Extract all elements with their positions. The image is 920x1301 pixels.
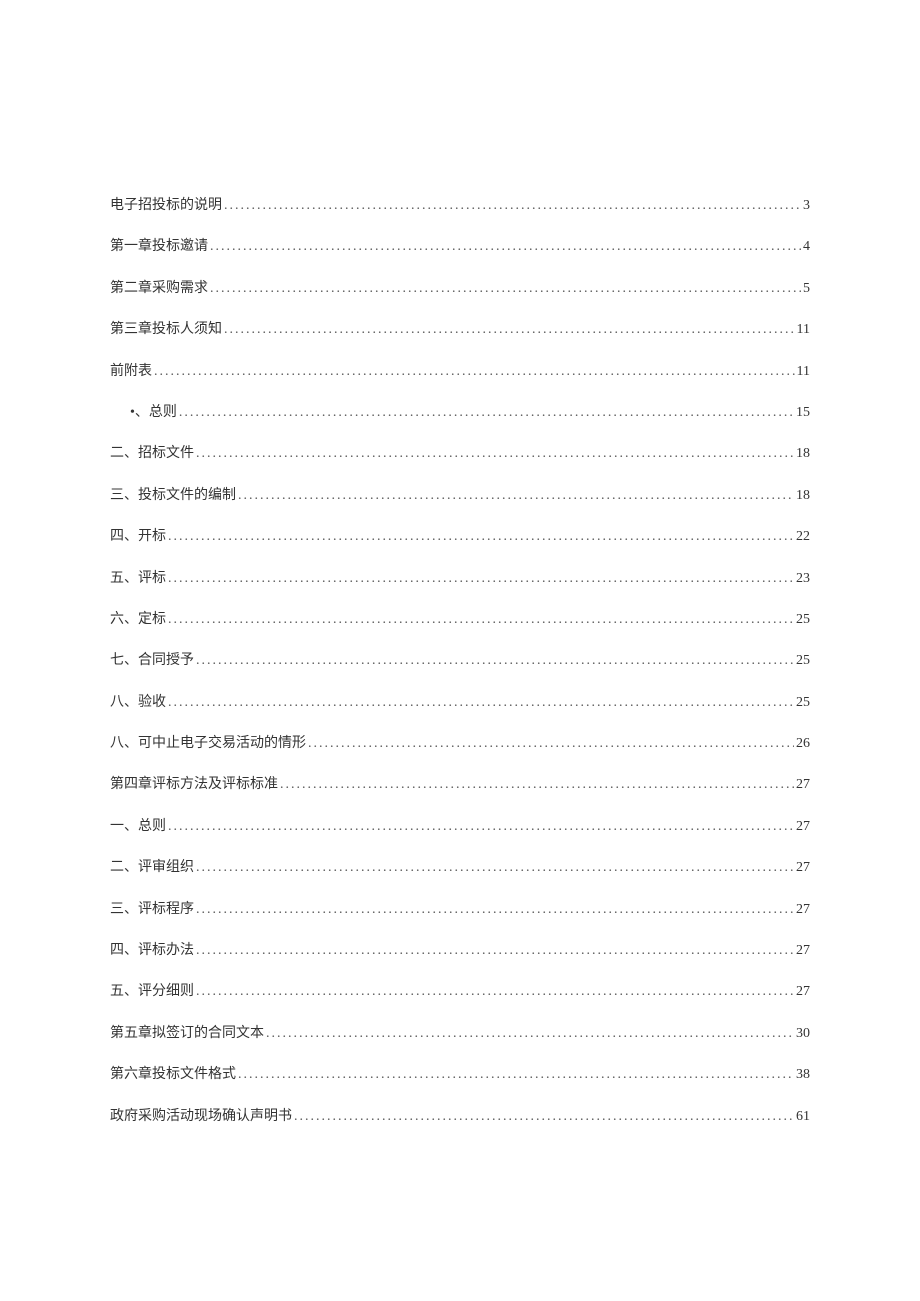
toc-entry: 第三章投标人须知 11 (110, 319, 810, 341)
toc-page-number: 18 (796, 443, 810, 465)
toc-title: 第六章投标文件格式 (110, 1064, 236, 1086)
toc-page-number: 27 (796, 899, 810, 921)
toc-leader-dots (224, 195, 801, 217)
toc-title: 电子招投标的说明 (110, 195, 222, 217)
toc-title: 四、开标 (110, 526, 166, 548)
toc-entry: 第四章评标方法及评标标准 27 (110, 774, 810, 796)
toc-leader-dots (168, 816, 794, 838)
toc-leader-dots (196, 650, 794, 672)
toc-leader-dots (238, 485, 794, 507)
toc-leader-dots (224, 319, 795, 341)
toc-page-number: 38 (796, 1064, 810, 1086)
toc-entry: 第五章拟签订的合同文本 30 (110, 1023, 810, 1045)
toc-title: •、总则 (130, 402, 177, 424)
toc-title: 八、验收 (110, 692, 166, 714)
toc-page-number: 23 (796, 568, 810, 590)
toc-entry: 第二章采购需求 5 (110, 278, 810, 300)
toc-entry: 第一章投标邀请 4 (110, 236, 810, 258)
toc-leader-dots (154, 361, 795, 383)
toc-title: 第一章投标邀请 (110, 236, 208, 258)
toc-leader-dots (280, 774, 794, 796)
toc-page-number: 11 (797, 361, 810, 383)
toc-title: 第五章拟签订的合同文本 (110, 1023, 264, 1045)
toc-title: 五、评分细则 (110, 981, 194, 1003)
toc-page-number: 4 (803, 236, 810, 258)
toc-page-number: 27 (796, 940, 810, 962)
toc-page-number: 11 (797, 319, 810, 341)
toc-entry: 第六章投标文件格式 38 (110, 1064, 810, 1086)
toc-title: 第三章投标人须知 (110, 319, 222, 341)
toc-entry: 八、可中止电子交易活动的情形 26 (110, 733, 810, 755)
toc-page-number: 3 (803, 195, 810, 217)
toc-title: 前附表 (110, 361, 152, 383)
toc-leader-dots (210, 236, 801, 258)
toc-leader-dots (308, 733, 794, 755)
toc-page-number: 25 (796, 609, 810, 631)
toc-page-number: 25 (796, 650, 810, 672)
toc-title: 六、定标 (110, 609, 166, 631)
toc-title: 八、可中止电子交易活动的情形 (110, 733, 306, 755)
toc-page-number: 61 (796, 1106, 810, 1128)
toc-leader-dots (266, 1023, 794, 1045)
toc-page-number: 15 (796, 402, 810, 424)
toc-entry: 前附表 11 (110, 361, 810, 383)
toc-page-number: 30 (796, 1023, 810, 1045)
toc-title: 一、总则 (110, 816, 166, 838)
toc-page-number: 27 (796, 774, 810, 796)
toc-title: 七、合同授予 (110, 650, 194, 672)
toc-title: 三、投标文件的编制 (110, 485, 236, 507)
toc-title: 二、评审组织 (110, 857, 194, 879)
table-of-contents: 电子招投标的说明 3第一章投标邀请 4第二章采购需求 5第三章投标人须知 11前… (110, 195, 810, 1128)
toc-page-number: 22 (796, 526, 810, 548)
toc-leader-dots (179, 402, 794, 424)
toc-leader-dots (168, 609, 794, 631)
toc-leader-dots (196, 981, 794, 1003)
toc-leader-dots (168, 526, 794, 548)
toc-leader-dots (238, 1064, 794, 1086)
toc-title: 二、招标文件 (110, 443, 194, 465)
toc-entry: 八、验收 25 (110, 692, 810, 714)
toc-leader-dots (168, 568, 794, 590)
toc-leader-dots (196, 857, 794, 879)
toc-entry: 一、总则 27 (110, 816, 810, 838)
toc-title: 第四章评标方法及评标标准 (110, 774, 278, 796)
toc-entry: 四、开标 22 (110, 526, 810, 548)
toc-page-number: 27 (796, 816, 810, 838)
toc-title: 五、评标 (110, 568, 166, 590)
toc-entry: 六、定标 25 (110, 609, 810, 631)
toc-page-number: 18 (796, 485, 810, 507)
toc-entry: 五、评标 23 (110, 568, 810, 590)
toc-entry: •、总则 15 (110, 402, 810, 424)
toc-leader-dots (196, 940, 794, 962)
toc-title: 四、评标办法 (110, 940, 194, 962)
toc-leader-dots (196, 899, 794, 921)
toc-page-number: 27 (796, 857, 810, 879)
toc-entry: 四、评标办法 27 (110, 940, 810, 962)
toc-entry: 三、评标程序 27 (110, 899, 810, 921)
toc-title: 政府采购活动现场确认声明书 (110, 1106, 292, 1128)
toc-entry: 电子招投标的说明 3 (110, 195, 810, 217)
toc-entry: 二、评审组织 27 (110, 857, 810, 879)
toc-leader-dots (196, 443, 794, 465)
toc-title: 第二章采购需求 (110, 278, 208, 300)
toc-entry: 二、招标文件 18 (110, 443, 810, 465)
toc-page-number: 27 (796, 981, 810, 1003)
toc-leader-dots (210, 278, 801, 300)
toc-leader-dots (294, 1106, 794, 1128)
toc-entry: 七、合同授予 25 (110, 650, 810, 672)
toc-entry: 三、投标文件的编制 18 (110, 485, 810, 507)
toc-leader-dots (168, 692, 794, 714)
toc-page-number: 5 (803, 278, 810, 300)
toc-entry: 五、评分细则 27 (110, 981, 810, 1003)
toc-page-number: 25 (796, 692, 810, 714)
toc-title: 三、评标程序 (110, 899, 194, 921)
toc-entry: 政府采购活动现场确认声明书 61 (110, 1106, 810, 1128)
toc-page-number: 26 (796, 733, 810, 755)
